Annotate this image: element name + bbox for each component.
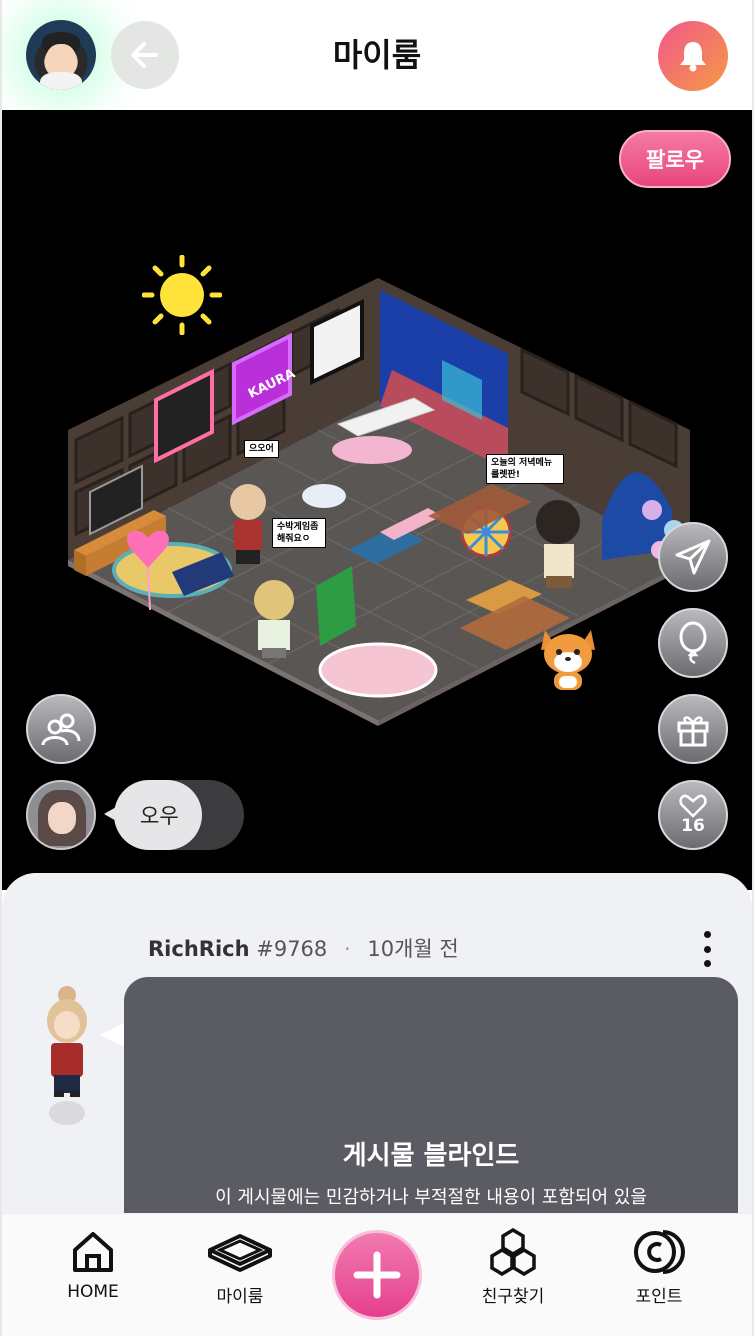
heart-icon [679, 794, 707, 818]
speech-bubble: 으오어 [244, 440, 279, 458]
notification-button[interactable] [658, 21, 728, 91]
balloon-icon [679, 621, 707, 665]
speech-bubble: 오늘의 저녁메뉴 룰렛판! [486, 454, 564, 484]
post-author-tag: #9768 [256, 937, 328, 961]
nav-find-friends-label: 친구찾기 [481, 1287, 545, 1307]
nav-myroom-label: 마이룸 [216, 1287, 264, 1307]
post-card: RichRich #9768 · 10개월 전 게시물 블라인드 이 게시물에는… [2, 873, 752, 1218]
isometric-room: KAURA [68, 278, 690, 726]
blind-description: 이 게시물에는 민감하거나 부적절한 내용이 포함되어 있을 [215, 1187, 647, 1208]
post-author[interactable]: RichRich [148, 937, 250, 961]
author-character[interactable] [32, 983, 102, 1153]
paper-plane-icon [675, 539, 711, 575]
nav-find-friends[interactable]: 친구찾기 [458, 1228, 568, 1307]
bell-icon [680, 42, 706, 72]
page-title: 마이룸 [332, 36, 422, 74]
nav-points[interactable]: 포인트 [604, 1228, 714, 1307]
plus-icon [353, 1251, 401, 1299]
more-options-icon[interactable] [696, 931, 718, 967]
users-icon [41, 713, 81, 746]
room-scene[interactable]: 팔로우 KAURA 으오어 수박게임좀 해줘요ㅇ 오늘의 저녁메뉴 룰렛판! 1… [2, 110, 752, 890]
balloon-button[interactable] [658, 608, 728, 678]
bottom-navigation: HOME 마이룸 친구찾기 포인트 [0, 1213, 754, 1336]
home-icon [73, 1232, 113, 1272]
send-button[interactable] [658, 522, 728, 592]
gift-icon [677, 716, 709, 747]
meta-separator: · [343, 937, 351, 961]
hexagons-icon [490, 1228, 536, 1276]
coin-icon [634, 1230, 685, 1274]
post-content-bubble[interactable]: 게시물 블라인드 이 게시물에는 민감하거나 부적절한 내용이 포함되어 있을 [124, 977, 738, 1218]
gift-button[interactable] [658, 694, 728, 764]
post-time: 10개월 전 [367, 937, 459, 961]
nav-home[interactable]: HOME [38, 1228, 148, 1302]
add-button[interactable] [332, 1230, 422, 1320]
like-count: 16 [681, 816, 705, 836]
like-button[interactable]: 16 [658, 780, 728, 850]
chat-preview-bubble[interactable]: 오우 [114, 780, 202, 850]
visitor-avatar[interactable] [26, 780, 96, 850]
chat-preview-text: 오우 [140, 804, 179, 828]
speech-bubble: 수박게임좀 해줘요ㅇ [272, 518, 326, 548]
nav-home-label: HOME [67, 1282, 119, 1302]
nav-myroom[interactable]: 마이룸 [185, 1228, 295, 1307]
visitors-button[interactable] [26, 694, 96, 764]
follow-button[interactable]: 팔로우 [619, 130, 731, 188]
shiba-dog-icon[interactable] [537, 620, 599, 696]
room-icon [208, 1234, 272, 1272]
nav-points-label: 포인트 [635, 1287, 683, 1307]
top-bar: 마이룸 [0, 0, 754, 110]
post-meta: RichRich #9768 · 10개월 전 [148, 933, 459, 963]
blind-title: 게시물 블라인드 [342, 1141, 520, 1171]
